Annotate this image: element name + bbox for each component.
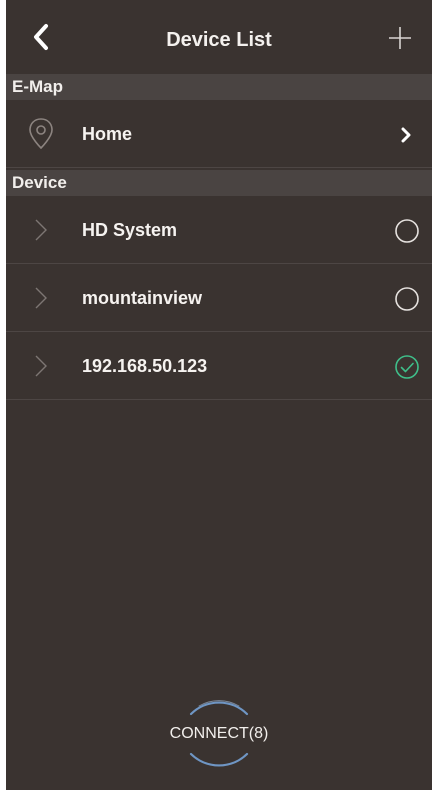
radio-unselected-icon[interactable]: [392, 216, 422, 246]
device-item-192-168-50-123[interactable]: 192.168.50.123: [6, 332, 432, 400]
check-circle-icon[interactable]: [392, 352, 422, 382]
emap-item-label: Home: [82, 124, 133, 144]
device-list-screen: Device List E-Map Home Device HD System …: [6, 0, 432, 790]
device-item-hd-system[interactable]: HD System: [6, 196, 432, 264]
device-section-header: Device: [6, 170, 432, 196]
device-item-mountainview[interactable]: mountainview: [6, 264, 432, 332]
header-bar: Device List: [6, 0, 432, 72]
emap-item-home[interactable]: Home: [6, 100, 432, 168]
chevron-right-icon: [26, 212, 56, 248]
connect-button[interactable]: CONNECT(8): [169, 684, 269, 784]
add-device-button[interactable]: [386, 24, 414, 52]
device-item-label: HD System: [82, 220, 178, 240]
emap-section-header: E-Map: [6, 74, 432, 100]
device-item-label: 192.168.50.123: [82, 356, 208, 376]
location-pin-icon: [26, 116, 56, 152]
plus-icon: [389, 27, 411, 49]
chevron-right-icon: [26, 280, 56, 316]
connect-label: CONNECT(8): [169, 725, 269, 742]
page-title: Device List: [166, 29, 272, 51]
chevron-right-icon: [392, 120, 422, 150]
radio-unselected-icon[interactable]: [392, 284, 422, 314]
chevron-right-icon: [26, 348, 56, 384]
device-item-label: mountainview: [82, 288, 203, 308]
